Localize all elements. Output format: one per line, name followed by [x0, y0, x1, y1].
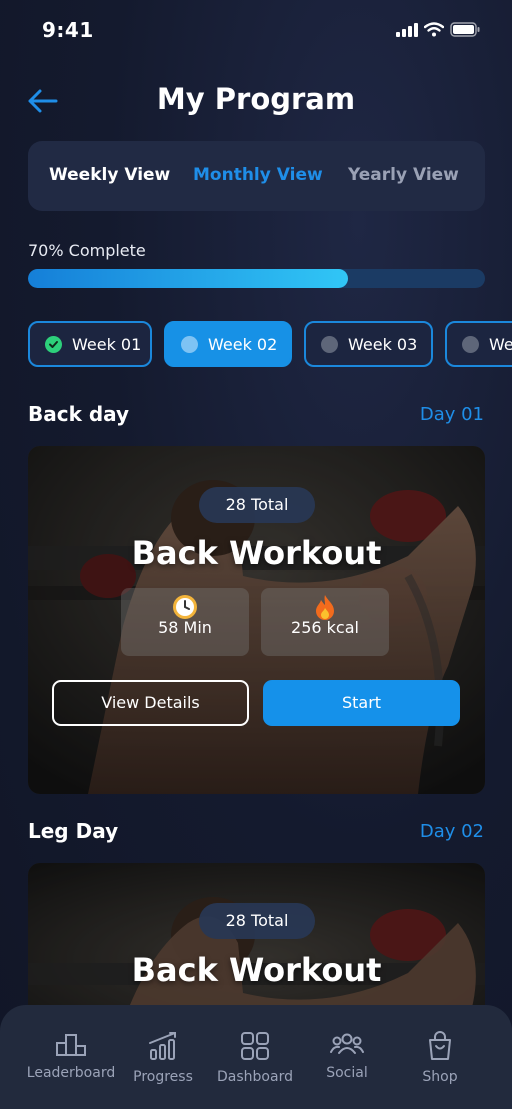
week-label: Week 01 — [72, 334, 142, 354]
status-icons — [396, 22, 480, 37]
workout-card-leg[interactable]: 28 Total Back Workout — [28, 863, 485, 1023]
section-day-01: Day 01 — [419, 404, 484, 425]
clock-icon — [121, 588, 249, 619]
section-title-leg-day: Leg Day — [28, 819, 119, 843]
tab-label: Shop — [422, 1069, 458, 1085]
start-button[interactable]: Start — [263, 680, 460, 726]
workout-title: Back Workout — [131, 951, 382, 989]
week-selector: Week 01 Week 02 Week 03 We — [28, 321, 512, 367]
upcoming-week-dot — [321, 335, 338, 353]
upcoming-week-dot — [462, 335, 479, 353]
workout-title: Back Workout — [131, 534, 382, 572]
view-details-button[interactable]: View Details — [52, 680, 249, 726]
progress-fill — [28, 269, 348, 288]
current-week-dot — [181, 335, 198, 353]
tab-label: Dashboard — [217, 1069, 293, 1085]
wifi-icon — [424, 22, 444, 37]
fire-icon — [261, 588, 389, 620]
total-badge: 28 Total — [199, 487, 315, 523]
bottom-tab-bar: Leaderboard Progress Dashboard Social Sh… — [0, 1005, 512, 1109]
week-chip-01[interactable]: Week 01 — [28, 321, 152, 367]
workout-photo — [28, 863, 485, 1023]
total-badge: 28 Total — [199, 903, 315, 939]
dashboard-grid-icon — [241, 1032, 269, 1060]
social-group-icon — [330, 1033, 364, 1054]
progress-bar — [28, 269, 485, 288]
tab-dashboard[interactable]: Dashboard — [205, 1031, 305, 1085]
progress-chart-icon — [149, 1032, 176, 1060]
week-label: Week 02 — [208, 334, 278, 354]
tab-weekly-view[interactable]: Weekly View — [49, 165, 170, 185]
page-title: My Program — [156, 82, 356, 116]
view-switch: Weekly View Monthly View Yearly View — [28, 141, 485, 211]
workout-card-back[interactable]: 28 Total Back Workout 58 Min 256 kcal Vi… — [28, 446, 485, 794]
week-chip-03[interactable]: Week 03 — [304, 321, 433, 367]
tab-shop[interactable]: Shop — [390, 1031, 490, 1085]
section-day-02: Day 02 — [419, 821, 484, 842]
tab-social[interactable]: Social — [297, 1031, 397, 1081]
status-time: 9:41 — [42, 18, 94, 42]
tab-yearly-view[interactable]: Yearly View — [348, 165, 459, 185]
check-icon — [45, 335, 62, 353]
week-label: Week 03 — [348, 334, 418, 354]
week-chip-04[interactable]: We — [445, 321, 512, 367]
header: My Program — [0, 70, 512, 130]
battery-icon — [450, 22, 480, 37]
tab-monthly-view[interactable]: Monthly View — [193, 165, 323, 185]
status-bar: 9:41 — [0, 0, 512, 62]
section-title-back-day: Back day — [28, 402, 130, 426]
progress-label: 70% Complete — [28, 241, 146, 260]
tab-label: Leaderboard — [26, 1065, 116, 1081]
duration-value: 58 Min — [158, 618, 212, 637]
week-chip-02[interactable]: Week 02 — [164, 321, 292, 367]
week-label: We — [489, 334, 512, 354]
tab-leaderboard[interactable]: Leaderboard — [21, 1031, 121, 1081]
duration-stat: 58 Min — [121, 588, 249, 656]
calories-stat: 256 kcal — [261, 588, 389, 656]
calories-value: 256 kcal — [291, 618, 359, 637]
shopping-bag-icon — [429, 1031, 451, 1060]
leaderboard-icon — [56, 1034, 86, 1056]
tab-label: Social — [326, 1065, 368, 1081]
tab-label: Progress — [133, 1069, 193, 1085]
signal-icon — [396, 22, 418, 37]
tab-progress[interactable]: Progress — [113, 1031, 213, 1085]
